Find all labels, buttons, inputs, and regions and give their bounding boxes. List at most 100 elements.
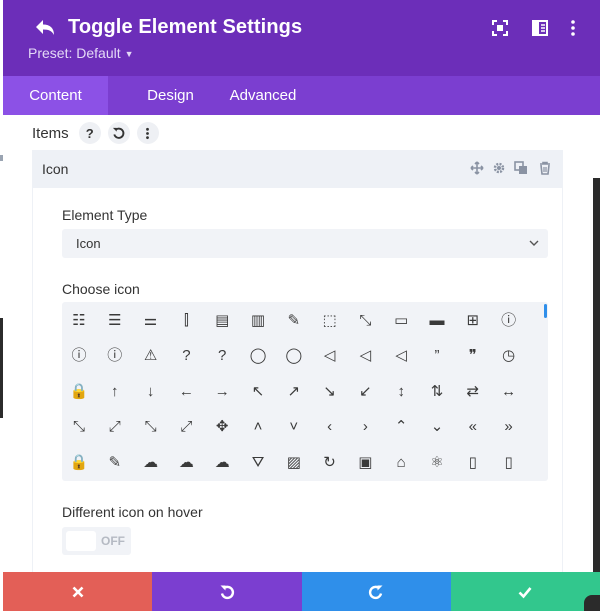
- arrow-up-down-alt-icon[interactable]: ⇅: [423, 377, 451, 405]
- back-button[interactable]: [31, 16, 59, 42]
- arrow-up-right-icon[interactable]: ↗: [280, 377, 308, 405]
- gear-icon[interactable]: [492, 161, 506, 175]
- folder-add-icon[interactable]: ⊞: [459, 306, 487, 334]
- hover-icon-toggle[interactable]: OFF: [62, 527, 131, 555]
- atom-icon[interactable]: ⚛: [423, 448, 451, 476]
- chevron-up-icon[interactable]: ˄: [244, 413, 272, 441]
- arrow-left-right-alt-icon[interactable]: ⇄: [459, 377, 487, 405]
- tab-content[interactable]: Content: [3, 76, 108, 115]
- undo-icon: [220, 585, 234, 599]
- volume-mute-icon[interactable]: ◁: [316, 342, 344, 370]
- expand-diagonal-icon[interactable]: ⤡: [65, 413, 93, 441]
- clock-icon[interactable]: ◷: [495, 342, 523, 370]
- expand-modal-button[interactable]: [490, 18, 510, 38]
- trash-icon[interactable]: [538, 161, 552, 175]
- arrow-left-icon[interactable]: ←: [172, 377, 200, 405]
- gift-icon[interactable]: ▣: [351, 448, 379, 476]
- arrow-left-right-icon[interactable]: ↔: [495, 377, 523, 405]
- sliders-horizontal-icon[interactable]: ⚌: [137, 306, 165, 334]
- brush-icon[interactable]: ✎: [101, 448, 129, 476]
- undo-icon: [113, 127, 125, 139]
- double-chevron-up-icon[interactable]: ⌃: [387, 413, 415, 441]
- image-icon[interactable]: ▨: [280, 448, 308, 476]
- duplicate-icon[interactable]: [514, 161, 528, 175]
- icon-item-header[interactable]: Icon: [32, 150, 563, 188]
- tab-advanced[interactable]: Advanced: [213, 76, 313, 115]
- arrow-up-icon[interactable]: ↑: [101, 377, 129, 405]
- tab-design[interactable]: Design: [118, 76, 223, 115]
- document-alt-icon[interactable]: ▥: [244, 306, 272, 334]
- items-more-button[interactable]: [136, 122, 159, 144]
- quote-close-icon[interactable]: ”: [423, 342, 451, 370]
- volume-high-icon[interactable]: ◁: [387, 342, 415, 370]
- cloud-upload-icon[interactable]: ☁: [172, 448, 200, 476]
- question-icon[interactable]: ?: [208, 342, 236, 370]
- move-icon[interactable]: [470, 161, 484, 175]
- undo-button[interactable]: [152, 572, 302, 611]
- double-chevron-left-icon[interactable]: «: [459, 413, 487, 441]
- alert-circle-icon[interactable]: ⓘ: [65, 342, 93, 370]
- preset-label: Preset: Default: [28, 45, 121, 61]
- lock-alt-icon[interactable]: 🔒: [65, 448, 93, 476]
- home-icon[interactable]: ⌂: [387, 448, 415, 476]
- list-bullets-icon[interactable]: ☷: [65, 306, 93, 334]
- arrow-up-left-icon[interactable]: ↖: [244, 377, 272, 405]
- icon-picker-grid[interactable]: ☷ ☰ ⚌ ⫿ ▤ ▥ ✎ ⬚ ⤡ ▭ ▬ ⊞ ⓘ ⓘ ⓘ ⚠?? ◯ ◯ ◁ ◁ ◁” ❞ ◷ 🔒 ↑ ↓ ← → ↖ ↗ ↘ ↙ ↕ ⇅ ⇄ ↔ ⤡…: [62, 302, 548, 481]
- chevron-left-icon[interactable]: ‹: [316, 413, 344, 441]
- folder-icon[interactable]: ▭: [387, 306, 415, 334]
- list-numbered-icon[interactable]: ☰: [101, 306, 129, 334]
- left-edge-bar: [0, 318, 3, 418]
- question-circle-icon[interactable]: ?: [172, 342, 200, 370]
- arrow-right-icon[interactable]: →: [208, 377, 236, 405]
- contract-icon[interactable]: ⤡: [137, 413, 165, 441]
- folder-open-icon[interactable]: ▬: [423, 306, 451, 334]
- move-icon[interactable]: ✥: [208, 413, 236, 441]
- save-button[interactable]: [450, 572, 600, 611]
- double-chevron-right-icon[interactable]: »: [495, 413, 523, 441]
- corner-resize-handle[interactable]: [584, 595, 600, 611]
- more-options-button[interactable]: [563, 18, 583, 38]
- speech-bubble-icon[interactable]: ◯: [244, 342, 272, 370]
- faucet-icon[interactable]: ⛛: [244, 448, 272, 476]
- icon-picker-scrollbar[interactable]: [544, 304, 547, 318]
- volume-low-icon[interactable]: ◁: [351, 342, 379, 370]
- info-circle-icon[interactable]: ⓘ: [495, 306, 523, 334]
- mobile-icon[interactable]: ▯: [459, 448, 487, 476]
- redo-button[interactable]: [301, 572, 451, 611]
- pencil-box-icon[interactable]: ⬚: [316, 306, 344, 334]
- lock-icon[interactable]: 🔒: [65, 377, 93, 405]
- fullscreen-icon: [492, 20, 508, 36]
- arrow-up-down-icon[interactable]: ↕: [387, 377, 415, 405]
- pencil-icon[interactable]: ✎: [280, 306, 308, 334]
- document-icon[interactable]: ▤: [208, 306, 236, 334]
- items-reset-button[interactable]: [107, 122, 130, 144]
- arrow-down-left-icon[interactable]: ↙: [351, 377, 379, 405]
- cloud-download-icon[interactable]: ☁: [208, 448, 236, 476]
- speech-bubbles-icon[interactable]: ◯: [280, 342, 308, 370]
- chevron-down-icon[interactable]: ˅: [280, 413, 308, 441]
- double-chevron-down-icon[interactable]: ⌄: [423, 413, 451, 441]
- caret-down-icon: ▼: [124, 49, 134, 59]
- choose-icon-label: Choose icon: [62, 281, 140, 297]
- discard-button[interactable]: [3, 572, 153, 611]
- element-type-select[interactable]: Icon: [62, 229, 548, 258]
- cloud-icon[interactable]: ☁: [137, 448, 165, 476]
- quote-circle-icon[interactable]: ❞: [459, 342, 487, 370]
- snap-sidebar-button[interactable]: [530, 18, 550, 38]
- back-arrow-icon: [36, 20, 54, 35]
- expand-diagonal-alt-icon[interactable]: ⤢: [101, 413, 129, 441]
- tablet-icon[interactable]: ▯: [495, 448, 523, 476]
- pencil-box-alt-icon[interactable]: ⤡: [351, 306, 379, 334]
- preset-dropdown[interactable]: Preset: Default ▼: [28, 45, 134, 61]
- arrow-down-right-icon[interactable]: ↘: [316, 377, 344, 405]
- items-help-button[interactable]: ?: [78, 122, 101, 144]
- columns-icon: [532, 20, 548, 36]
- alert-circle-alt-icon[interactable]: ⓘ: [101, 342, 129, 370]
- chevron-right-icon[interactable]: ›: [351, 413, 379, 441]
- element-type-value: Icon: [76, 236, 101, 251]
- sliders-vertical-icon[interactable]: ⫿: [172, 306, 200, 334]
- arrow-down-icon[interactable]: ↓: [137, 377, 165, 405]
- warning-triangle-icon[interactable]: ⚠: [137, 342, 165, 370]
- expand-icon[interactable]: ⤢: [172, 413, 200, 441]
- refresh-icon[interactable]: ↻: [316, 448, 344, 476]
